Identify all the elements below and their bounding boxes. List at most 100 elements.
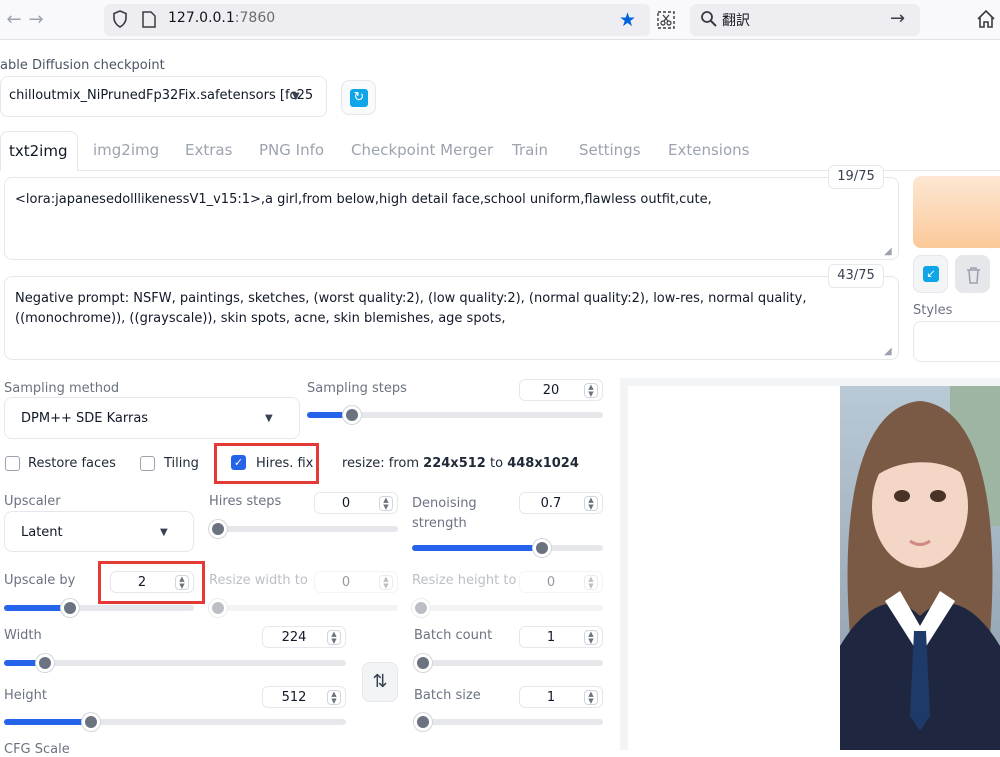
sampling-steps-slider[interactable] [307,405,603,425]
width-slider[interactable] [4,653,346,673]
width-value: 224 [281,630,307,645]
upscale-by-slider[interactable] [4,598,194,618]
tiling-checkbox[interactable] [140,456,155,471]
resize-height-slider[interactable] [412,598,603,618]
slider-thumb[interactable] [209,520,227,538]
spinner-icon[interactable]: ▲ ▼ [379,496,393,511]
slider-thumb[interactable] [82,713,100,731]
batch-count-slider[interactable] [414,653,603,673]
height-slider[interactable] [4,712,346,732]
slider-fill [4,719,91,725]
prompt-text: <lora:japanesedolllikenessV1_v15:1>,a gi… [15,192,712,207]
resize-width-slider[interactable] [209,598,398,618]
tab-extras[interactable]: Extras [185,141,232,159]
tab-train[interactable]: Train [512,141,548,159]
trash-icon [967,267,980,284]
search-text: 翻訳 [722,13,750,29]
batch-size-input[interactable]: 1 ▲ ▼ [519,686,603,708]
upscaler-value: Latent [21,525,63,540]
styles-select[interactable] [913,321,1000,362]
slider-track[interactable] [412,605,603,611]
batch-count-label: Batch count [414,628,493,643]
refresh-icon: ↻ [350,89,368,107]
tab-checkpoint-merger[interactable]: Checkpoint Merger [351,141,493,159]
batch-size-slider[interactable] [414,712,603,732]
tab-txt2img[interactable]: txt2img [0,131,78,171]
sampling-method-value: DPM++ SDE Karras [21,411,149,426]
bookmark-star-icon[interactable]: ★ [619,9,636,31]
slider-thumb[interactable] [533,539,551,557]
spinner-icon[interactable]: ▲ ▼ [584,496,598,511]
checkpoint-select[interactable]: chilloutmix_NiPrunedFp32Fix.safetensors … [0,76,327,117]
resize-to: 448x1024 [507,456,579,471]
slider-thumb[interactable] [36,654,54,672]
refresh-button[interactable]: ↻ [341,80,376,115]
back-arrow-icon[interactable]: ← [2,8,26,32]
slider-track[interactable] [209,605,398,611]
generate-button[interactable] [913,176,1000,248]
tab-img2img[interactable]: img2img [93,141,159,159]
hires-steps-input[interactable]: 0 ▲ ▼ [314,492,398,514]
swap-dimensions-button[interactable]: ⇅ [362,662,398,702]
resize-handle-icon[interactable]: ◢ [884,346,892,357]
paste-button[interactable]: ↙ [913,255,948,293]
resize-to-word: to [489,456,504,471]
resize-height-input[interactable]: 0 ▲ ▼ [519,571,603,593]
hires-fix-checkbox[interactable]: ✓ [231,455,246,470]
upscaler-select[interactable]: Latent ▼ [4,511,194,552]
upscale-by-input[interactable]: 2 ▲ ▼ [110,571,194,593]
denoising-input[interactable]: 0.7 ▲ ▼ [519,492,603,514]
spinner-icon[interactable]: ▲ ▼ [327,630,341,645]
spinner-icon[interactable]: ▲ ▼ [584,690,598,705]
resize-handle-icon[interactable]: ◢ [884,246,892,257]
hires-steps-slider[interactable] [209,519,398,539]
resize-width-input[interactable]: 0 ▲ ▼ [314,571,398,593]
shield-icon[interactable] [112,10,128,32]
checkpoint-label: able Diffusion checkpoint [0,58,165,73]
width-input[interactable]: 224 ▲ ▼ [262,626,346,648]
denoising-slider[interactable] [412,538,603,558]
tab-extensions[interactable]: Extensions [668,141,749,159]
tab-png-info[interactable]: PNG Info [259,141,324,159]
slider-thumb[interactable] [61,599,79,617]
slider-thumb[interactable] [209,599,227,617]
slider-fill [412,545,542,551]
clear-button[interactable] [955,255,990,293]
slider-thumb[interactable] [412,599,430,617]
screenshot-icon[interactable] [656,10,676,34]
prompt-textarea[interactable]: <lora:japanesedolllikenessV1_v15:1>,a gi… [4,177,899,260]
slider-track[interactable] [209,526,398,532]
spinner-icon[interactable]: ▲ ▼ [584,575,598,590]
swap-arrows-icon: ⇅ [372,671,388,692]
tiling-label: Tiling [164,456,199,471]
slider-thumb[interactable] [414,654,432,672]
forward-arrow-icon[interactable]: → [24,8,48,32]
batch-count-input[interactable]: 1 ▲ ▼ [519,626,603,648]
spinner-icon[interactable]: ▲ ▼ [584,383,598,398]
slider-thumb[interactable] [414,713,432,731]
sampling-method-select[interactable]: DPM++ SDE Karras ▼ [4,397,300,439]
home-icon[interactable] [976,9,996,33]
tab-settings[interactable]: Settings [579,141,641,159]
spinner-icon[interactable]: ▲ ▼ [327,690,341,705]
width-label: Width [4,628,42,643]
resize-width-label: Resize width to [209,573,308,588]
go-arrow-icon[interactable]: → [890,8,905,29]
slider-thumb[interactable] [343,406,361,424]
tab-label: txt2img [9,142,68,160]
restore-faces-checkbox[interactable] [5,456,20,471]
spinner-icon[interactable]: ▲ ▼ [175,575,189,590]
sampling-steps-input[interactable]: 20 ▲ ▼ [519,379,603,401]
slider-track[interactable] [4,660,346,666]
resize-height-group: Resize height to 0 ▲ ▼ [412,570,603,620]
slider-track[interactable] [414,719,603,725]
negative-prompt-textarea[interactable]: Negative prompt: NSFW, paintings, sketch… [4,276,899,360]
slider-track[interactable] [414,660,603,666]
spinner-icon[interactable]: ▲ ▼ [379,575,393,590]
spinner-icon[interactable]: ▲ ▼ [584,630,598,645]
denoising-value: 0.7 [540,496,562,511]
search-icon [700,10,718,32]
height-input[interactable]: 512 ▲ ▼ [262,686,346,708]
negative-token-counter: 43/75 [828,264,884,288]
generated-image[interactable] [840,386,1000,750]
